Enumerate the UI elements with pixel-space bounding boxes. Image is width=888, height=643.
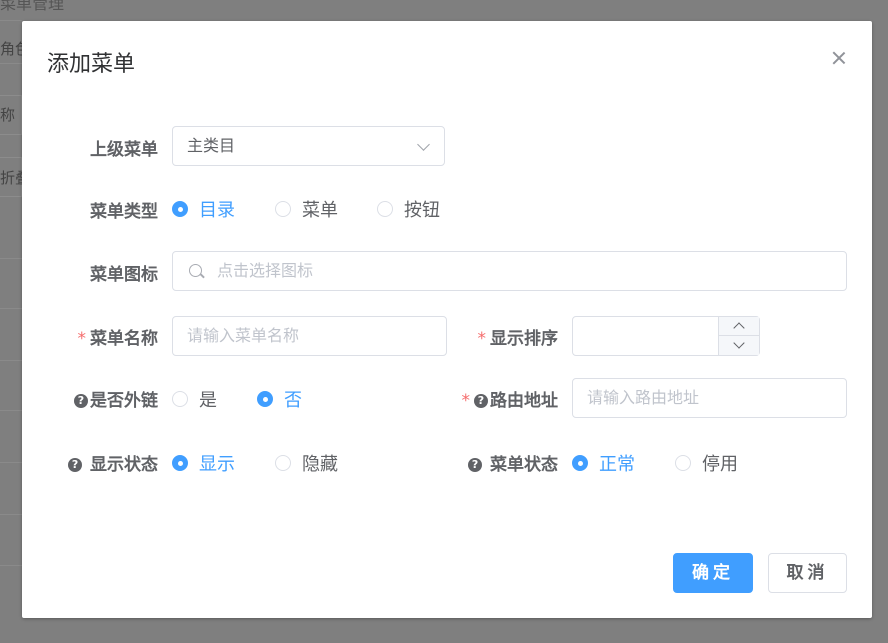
radio-label: 菜单 bbox=[302, 200, 338, 221]
status-label: ? 菜单状态 bbox=[468, 450, 558, 475]
bg-divider bbox=[0, 258, 22, 259]
radio-icon bbox=[257, 391, 273, 407]
radio-icon bbox=[275, 455, 291, 471]
visible-radio-show[interactable]: 显示 bbox=[172, 450, 235, 476]
radio-label: 是 bbox=[199, 390, 217, 411]
parent-menu-select[interactable]: 主类目 bbox=[172, 126, 445, 166]
is-external-label: ? 是否外链 bbox=[74, 386, 158, 411]
bg-tab: 角色管 bbox=[0, 40, 22, 58]
bg-divider bbox=[0, 410, 22, 411]
radio-icon bbox=[172, 455, 188, 471]
parent-menu-value: 主类目 bbox=[187, 136, 236, 155]
search-icon bbox=[189, 264, 202, 277]
visible-label: ? 显示状态 bbox=[68, 450, 158, 475]
menu-icon-label: 菜单图标 bbox=[90, 265, 158, 285]
parent-menu-label: 上级菜单 bbox=[90, 140, 158, 160]
menu-name-label: * 菜单名称 bbox=[78, 324, 159, 349]
bg-divider bbox=[0, 462, 22, 463]
menu-type-label: 菜单类型 bbox=[90, 202, 158, 222]
radio-icon bbox=[377, 201, 393, 217]
radio-label: 否 bbox=[284, 390, 302, 411]
radio-icon bbox=[675, 455, 691, 471]
dialog-title: 添加菜单 bbox=[47, 52, 136, 77]
is-external-radio-no[interactable]: 否 bbox=[257, 386, 302, 412]
question-icon[interactable]: ? bbox=[474, 394, 488, 408]
required-mark: * bbox=[477, 329, 487, 349]
radio-label: 隐藏 bbox=[302, 454, 338, 475]
question-icon[interactable]: ? bbox=[74, 394, 88, 408]
question-icon[interactable]: ? bbox=[68, 458, 83, 472]
status-label-text: 菜单状态 bbox=[490, 455, 558, 475]
bg-fold-button: 折叠 bbox=[0, 169, 22, 187]
bg-field-label: 称 bbox=[0, 106, 16, 124]
route-path-label-text: 路由地址 bbox=[490, 391, 558, 411]
cancel-button[interactable]: 取消 bbox=[768, 553, 847, 593]
required-mark: * bbox=[461, 391, 471, 411]
bg-divider bbox=[0, 565, 22, 566]
bg-divider bbox=[0, 63, 22, 64]
chevron-down-icon bbox=[417, 138, 430, 151]
menu-type-radio-directory[interactable]: 目录 bbox=[172, 196, 235, 222]
close-icon[interactable] bbox=[830, 49, 848, 67]
is-external-radio-yes[interactable]: 是 bbox=[172, 386, 217, 412]
visible-label-text: 显示状态 bbox=[90, 455, 158, 475]
radio-label: 显示 bbox=[199, 454, 235, 475]
menu-name-placeholder: 请输入菜单名称 bbox=[187, 326, 300, 345]
bg-divider bbox=[0, 308, 22, 309]
radio-label: 目录 bbox=[199, 200, 235, 221]
route-path-placeholder: 请输入路由地址 bbox=[587, 388, 700, 407]
stepper-controls bbox=[718, 317, 759, 355]
radio-label: 正常 bbox=[599, 454, 635, 475]
menu-name-label-text: 菜单名称 bbox=[90, 329, 158, 349]
bg-divider bbox=[0, 514, 22, 515]
radio-icon bbox=[572, 455, 588, 471]
radio-icon bbox=[172, 201, 188, 217]
add-menu-dialog: 添加菜单 上级菜单 主类目 菜单类型 目录 菜单 按钮 菜单图标 点击选择图标 … bbox=[22, 21, 872, 618]
bg-page-title: 菜单管理 bbox=[0, 0, 65, 13]
menu-icon-placeholder: 点击选择图标 bbox=[217, 261, 314, 280]
status-radio-disabled[interactable]: 停用 bbox=[675, 450, 738, 476]
radio-label: 停用 bbox=[702, 454, 738, 475]
confirm-button[interactable]: 确定 bbox=[673, 553, 753, 593]
radio-icon bbox=[275, 201, 291, 217]
visible-radio-hide[interactable]: 隐藏 bbox=[275, 450, 338, 476]
decrease-button[interactable] bbox=[719, 336, 759, 355]
menu-type-radio-button[interactable]: 按钮 bbox=[377, 196, 440, 222]
menu-icon-input[interactable]: 点击选择图标 bbox=[172, 251, 847, 291]
menu-name-input[interactable]: 请输入菜单名称 bbox=[172, 316, 447, 356]
sort-order-label-text: 显示排序 bbox=[490, 329, 558, 349]
required-mark: * bbox=[77, 329, 87, 349]
sort-order-label: * 显示排序 bbox=[478, 324, 559, 349]
radio-icon bbox=[172, 391, 188, 407]
is-external-label-text: 是否外链 bbox=[90, 391, 158, 411]
sort-order-stepper[interactable] bbox=[572, 316, 760, 356]
route-path-input[interactable]: 请输入路由地址 bbox=[572, 378, 847, 418]
radio-label: 按钮 bbox=[404, 200, 440, 221]
bg-divider bbox=[0, 20, 22, 21]
status-radio-normal[interactable]: 正常 bbox=[572, 450, 635, 476]
question-icon[interactable]: ? bbox=[468, 458, 483, 472]
bg-divider bbox=[0, 360, 22, 361]
route-path-label: *? 路由地址 bbox=[462, 386, 559, 411]
menu-type-radio-menu[interactable]: 菜单 bbox=[275, 196, 338, 222]
increase-button[interactable] bbox=[719, 317, 759, 336]
